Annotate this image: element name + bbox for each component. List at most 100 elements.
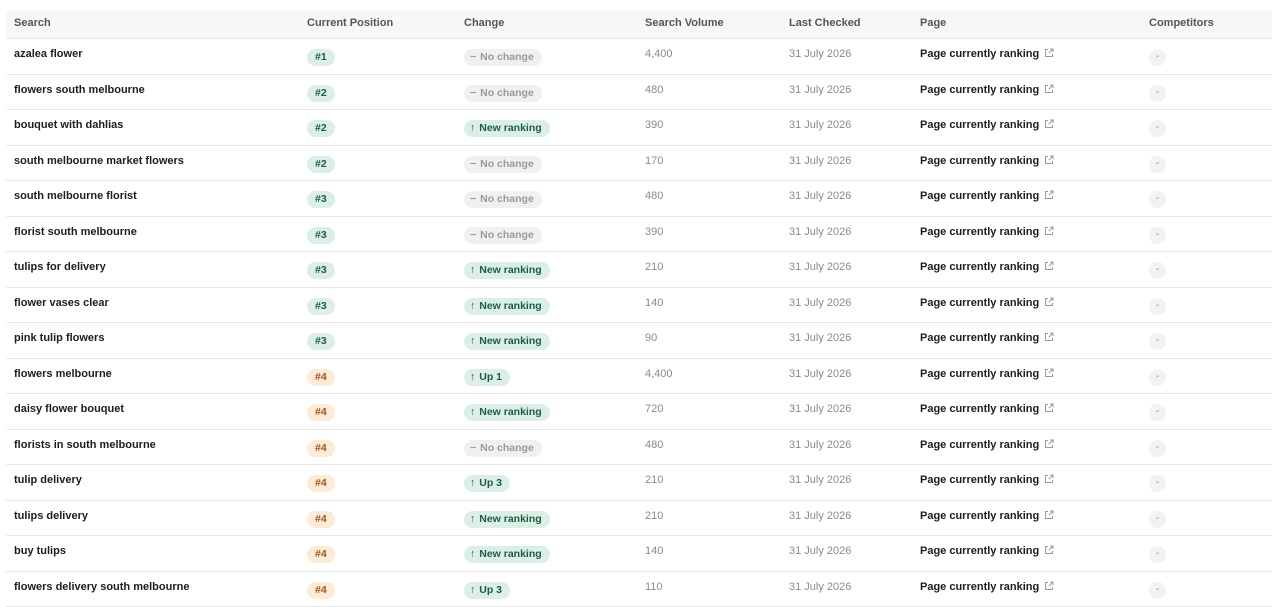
header-page[interactable]: Page [920, 17, 946, 29]
page-link[interactable]: Page currently ranking [920, 439, 1054, 452]
page-link[interactable]: Page currently ranking [920, 155, 1054, 168]
competitors-badge[interactable]: - [1149, 262, 1166, 279]
change-label: New ranking [479, 335, 542, 347]
header-search-volume[interactable]: Search Volume [645, 17, 724, 29]
external-link-icon[interactable] [1044, 368, 1054, 381]
external-link-icon[interactable] [1044, 84, 1054, 97]
page-link[interactable]: Page currently ranking [920, 368, 1054, 381]
search-term: florist south melbourne [14, 225, 137, 238]
table-row[interactable]: flowers south melbourne #2 − No change 480 31… [6, 75, 1272, 110]
external-link-icon[interactable] [1044, 581, 1054, 594]
header-search[interactable]: Search [14, 17, 51, 29]
competitors-badge[interactable]: - [1149, 84, 1166, 102]
competitors-badge[interactable]: - [1149, 333, 1166, 350]
external-link-icon[interactable] [1044, 297, 1054, 310]
rankings-table: Search Current Position Change Search Vo… [6, 11, 1272, 607]
search-term: flowers south melbourne [14, 83, 145, 96]
external-link-icon[interactable] [1044, 48, 1054, 61]
external-link-icon[interactable] [1044, 226, 1054, 239]
competitors-cell: - [1149, 510, 1166, 528]
last-checked-date: 31 July 2026 [789, 438, 852, 451]
competitors-badge[interactable]: - [1149, 120, 1166, 137]
table-row[interactable]: bouquet with dahlias #2 ↑ New ranking 390 31 … [6, 110, 1272, 146]
search-term: buy tulips [14, 545, 66, 557]
position-cell: #2 [307, 84, 335, 102]
competitors-badge[interactable]: - [1149, 404, 1166, 421]
page-link[interactable]: Page currently ranking [920, 332, 1054, 345]
table-row[interactable]: flowers delivery south melbourne #4 ↑ Up 3 1… [6, 572, 1272, 607]
table-row[interactable]: south melbourne florist #3 − No change 480 31… [6, 181, 1272, 217]
competitors-cell: - [1149, 404, 1166, 421]
competitors-badge[interactable]: - [1149, 546, 1166, 563]
search-volume: 4,400 [645, 48, 673, 60]
dash-icon: − [470, 228, 477, 241]
change-badge: ↑ New ranking [464, 546, 550, 563]
external-link-icon[interactable] [1044, 510, 1054, 523]
table-row[interactable]: daisy flower bouquet #4 ↑ New ranking 720 31 … [6, 394, 1272, 430]
external-link-icon[interactable] [1044, 155, 1054, 168]
header-current-position[interactable]: Current Position [307, 17, 393, 29]
change-badge: ↑ New ranking [464, 262, 550, 279]
competitors-badge[interactable]: - [1149, 155, 1166, 173]
competitors-badge[interactable]: - [1149, 297, 1166, 315]
header-change[interactable]: Change [464, 17, 504, 29]
table-row[interactable]: tulips delivery #4 ↑ New ranking 210 31 July … [6, 501, 1272, 536]
page-link[interactable]: Page currently ranking [920, 261, 1054, 274]
page-link[interactable]: Page currently ranking [920, 190, 1054, 203]
search-volume: 480 [645, 190, 664, 202]
search-volume: 110 [645, 580, 663, 593]
page-link[interactable]: Page currently ranking [920, 545, 1054, 558]
search-term: pink tulip flowers [14, 332, 105, 344]
position-cell: #1 [307, 49, 335, 66]
competitors-cell: - [1149, 297, 1166, 315]
arrow-up-icon: ↑ [470, 548, 476, 560]
page-link[interactable]: Page currently ranking [920, 403, 1054, 416]
position-cell: #4 [307, 439, 335, 457]
external-link-icon[interactable] [1044, 545, 1054, 558]
table-row[interactable]: flowers melbourne #4 ↑ Up 1 4,400 31 July 202… [6, 359, 1272, 394]
header-competitors[interactable]: Competitors [1149, 17, 1214, 29]
table-row[interactable]: flower vases clear #3 ↑ New ranking 140 31 Ju… [6, 288, 1272, 323]
table-row[interactable]: tulips for delivery #3 ↑ New ranking 210 31 J… [6, 252, 1272, 288]
table-row[interactable]: azalea flower #1 − No change 4,400 31 July 20… [6, 39, 1272, 75]
header-last-checked[interactable]: Last Checked [789, 17, 861, 29]
change-cell: ↑ New ranking [464, 510, 550, 528]
table-row[interactable]: pink tulip flowers #3 ↑ New ranking 90 31 Jul… [6, 323, 1272, 359]
competitors-badge[interactable]: - [1149, 49, 1166, 66]
competitors-badge[interactable]: - [1149, 510, 1166, 528]
arrow-up-icon: ↑ [470, 583, 476, 596]
page-link[interactable]: Page currently ranking [920, 581, 1054, 594]
competitors-badge[interactable]: - [1149, 191, 1166, 208]
page-link[interactable]: Page currently ranking [920, 226, 1054, 239]
table-row[interactable]: buy tulips #4 ↑ New ranking 140 31 July 2026 P… [6, 536, 1272, 572]
competitors-badge[interactable]: - [1149, 439, 1166, 457]
table-row[interactable]: south melbourne market flowers #2 − No chan… [6, 146, 1272, 181]
competitors-cell: - [1149, 155, 1166, 173]
external-link-icon[interactable] [1044, 119, 1054, 132]
external-link-icon[interactable] [1044, 403, 1054, 416]
page-link[interactable]: Page currently ranking [920, 510, 1054, 523]
table-row[interactable]: florist south melbourne #3 − No change 390 31… [6, 217, 1272, 252]
competitors-badge[interactable]: - [1149, 368, 1166, 386]
external-link-icon[interactable] [1044, 190, 1054, 203]
table-row[interactable]: florists in south melbourne #4 − No change 4… [6, 430, 1272, 465]
competitors-badge[interactable]: - [1149, 475, 1166, 492]
page-link[interactable]: Page currently ranking [920, 48, 1054, 61]
competitors-badge[interactable]: - [1149, 226, 1166, 244]
change-label: New ranking [479, 264, 542, 276]
competitors-badge[interactable]: - [1149, 581, 1166, 599]
external-link-icon[interactable] [1044, 439, 1054, 452]
page-link[interactable]: Page currently ranking [920, 297, 1054, 310]
external-link-icon[interactable] [1044, 261, 1054, 274]
page-link[interactable]: Page currently ranking [920, 119, 1054, 132]
change-badge: ↑ New ranking [464, 510, 550, 528]
change-badge: ↑ New ranking [464, 404, 550, 421]
last-checked-date: 31 July 2026 [789, 119, 852, 131]
external-link-icon[interactable] [1044, 332, 1054, 345]
external-link-icon[interactable] [1044, 474, 1054, 487]
page-link[interactable]: Page currently ranking [920, 474, 1054, 487]
change-cell: ↑ New ranking [464, 404, 550, 421]
page-link[interactable]: Page currently ranking [920, 84, 1054, 97]
position-cell: #3 [307, 191, 335, 208]
table-row[interactable]: tulip delivery #4 ↑ Up 3 210 31 July 2026 Page… [6, 465, 1272, 501]
